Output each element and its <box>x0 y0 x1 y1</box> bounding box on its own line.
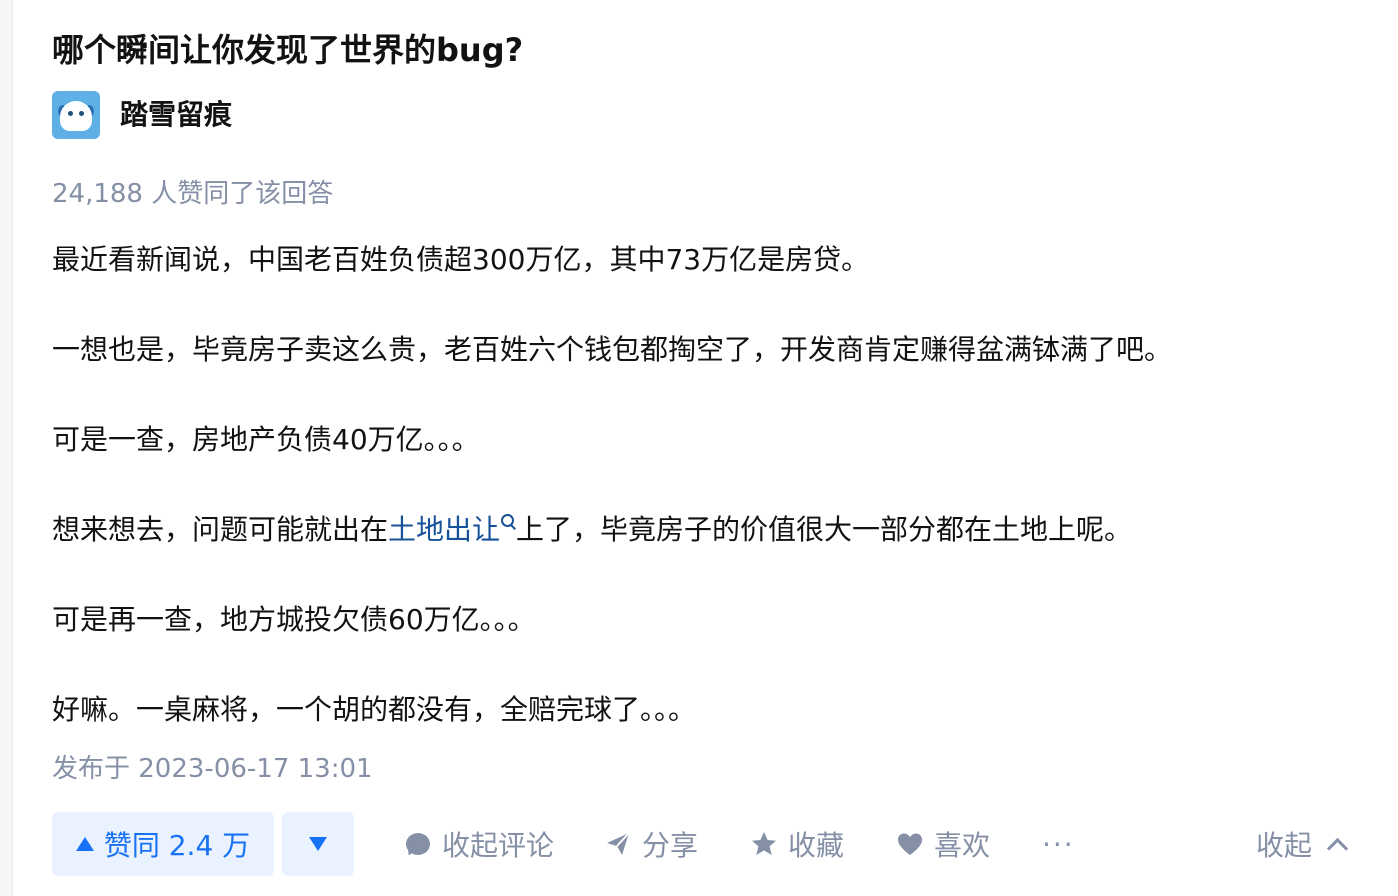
collapse-comments-button[interactable]: 收起评论 <box>404 812 554 876</box>
question-title[interactable]: 哪个瞬间让你发现了世界的bug? <box>52 28 523 72</box>
publish-time[interactable]: 发布于 2023-06-17 13:01 <box>52 751 373 787</box>
action-bar: 赞同 2.4 万 收起评论 分享 收藏 喜欢 ··· 收起 <box>52 812 1352 876</box>
collapse-answer-button[interactable]: 收起 <box>1256 812 1349 876</box>
share-button[interactable]: 分享 <box>604 812 698 876</box>
like-button[interactable]: 喜欢 <box>896 812 990 876</box>
vote-up-button[interactable]: 赞同 2.4 万 <box>52 812 274 876</box>
share-label: 分享 <box>642 829 699 862</box>
heart-icon <box>896 830 924 858</box>
triangle-up-icon <box>75 837 94 851</box>
favorite-label: 收藏 <box>788 829 845 862</box>
paper-plane-icon <box>604 830 632 858</box>
like-label: 喜欢 <box>934 829 991 862</box>
left-edge-divider <box>0 0 13 896</box>
paragraph-3: 可是一查，房地产负债40万亿。。。 <box>52 423 480 456</box>
vote-summary: 24,188 人赞同了该回答 <box>52 179 334 209</box>
paragraph-4-text-after: 上了，毕竟房子的价值很大一部分都在土地上呢。 <box>516 513 1133 546</box>
paragraph-1: 最近看新闻说，中国老百姓负债超300万亿，其中73万亿是房贷。 <box>52 243 870 276</box>
collapse-comments-label: 收起评论 <box>442 829 555 862</box>
author-info: 踏雪留痕 <box>52 90 232 140</box>
avatar-eye-left <box>68 111 73 116</box>
search-icon <box>500 512 516 532</box>
paragraph-4-text-before: 想来想去，问题可能就出在 <box>52 513 389 546</box>
land-transfer-link[interactable]: 土地出让 <box>388 513 516 546</box>
author-avatar[interactable] <box>52 91 100 139</box>
polar-bear-icon <box>60 101 92 131</box>
paragraph-4: 想来想去，问题可能就出在土地出让 上了，毕竟房子的价值很大一部分都在土地上呢。 <box>52 510 1132 550</box>
chevron-up-icon <box>1326 837 1349 859</box>
favorite-button[interactable]: 收藏 <box>750 812 844 876</box>
vote-up-label: 赞同 2.4 万 <box>103 829 251 862</box>
triangle-down-icon <box>309 837 327 851</box>
paragraph-2: 一想也是，毕竟房子卖这么贵，老百姓六个钱包都掏空了，开发商肯定赚得盆满钵满了吧。 <box>52 333 1173 366</box>
author-name[interactable]: 踏雪留痕 <box>120 95 232 135</box>
paragraph-6: 好嘛。一桌麻将，一个胡的都没有，全赔完球了。。。 <box>52 693 697 726</box>
land-transfer-link-label: 土地出让 <box>388 513 501 546</box>
paragraph-5: 可是再一查，地方城投欠债60万亿。。。 <box>52 603 536 636</box>
comment-icon <box>404 830 432 858</box>
collapse-answer-label: 收起 <box>1256 829 1313 862</box>
star-icon <box>750 830 778 858</box>
vote-down-button[interactable] <box>282 812 354 876</box>
more-options-label: ··· <box>1042 827 1075 861</box>
avatar-eye-right <box>79 111 84 116</box>
more-options-button[interactable]: ··· <box>1042 812 1075 876</box>
answer-page: 哪个瞬间让你发现了世界的bug? 踏雪留痕 24,188 人赞同了该回答 最近看… <box>0 0 1398 896</box>
